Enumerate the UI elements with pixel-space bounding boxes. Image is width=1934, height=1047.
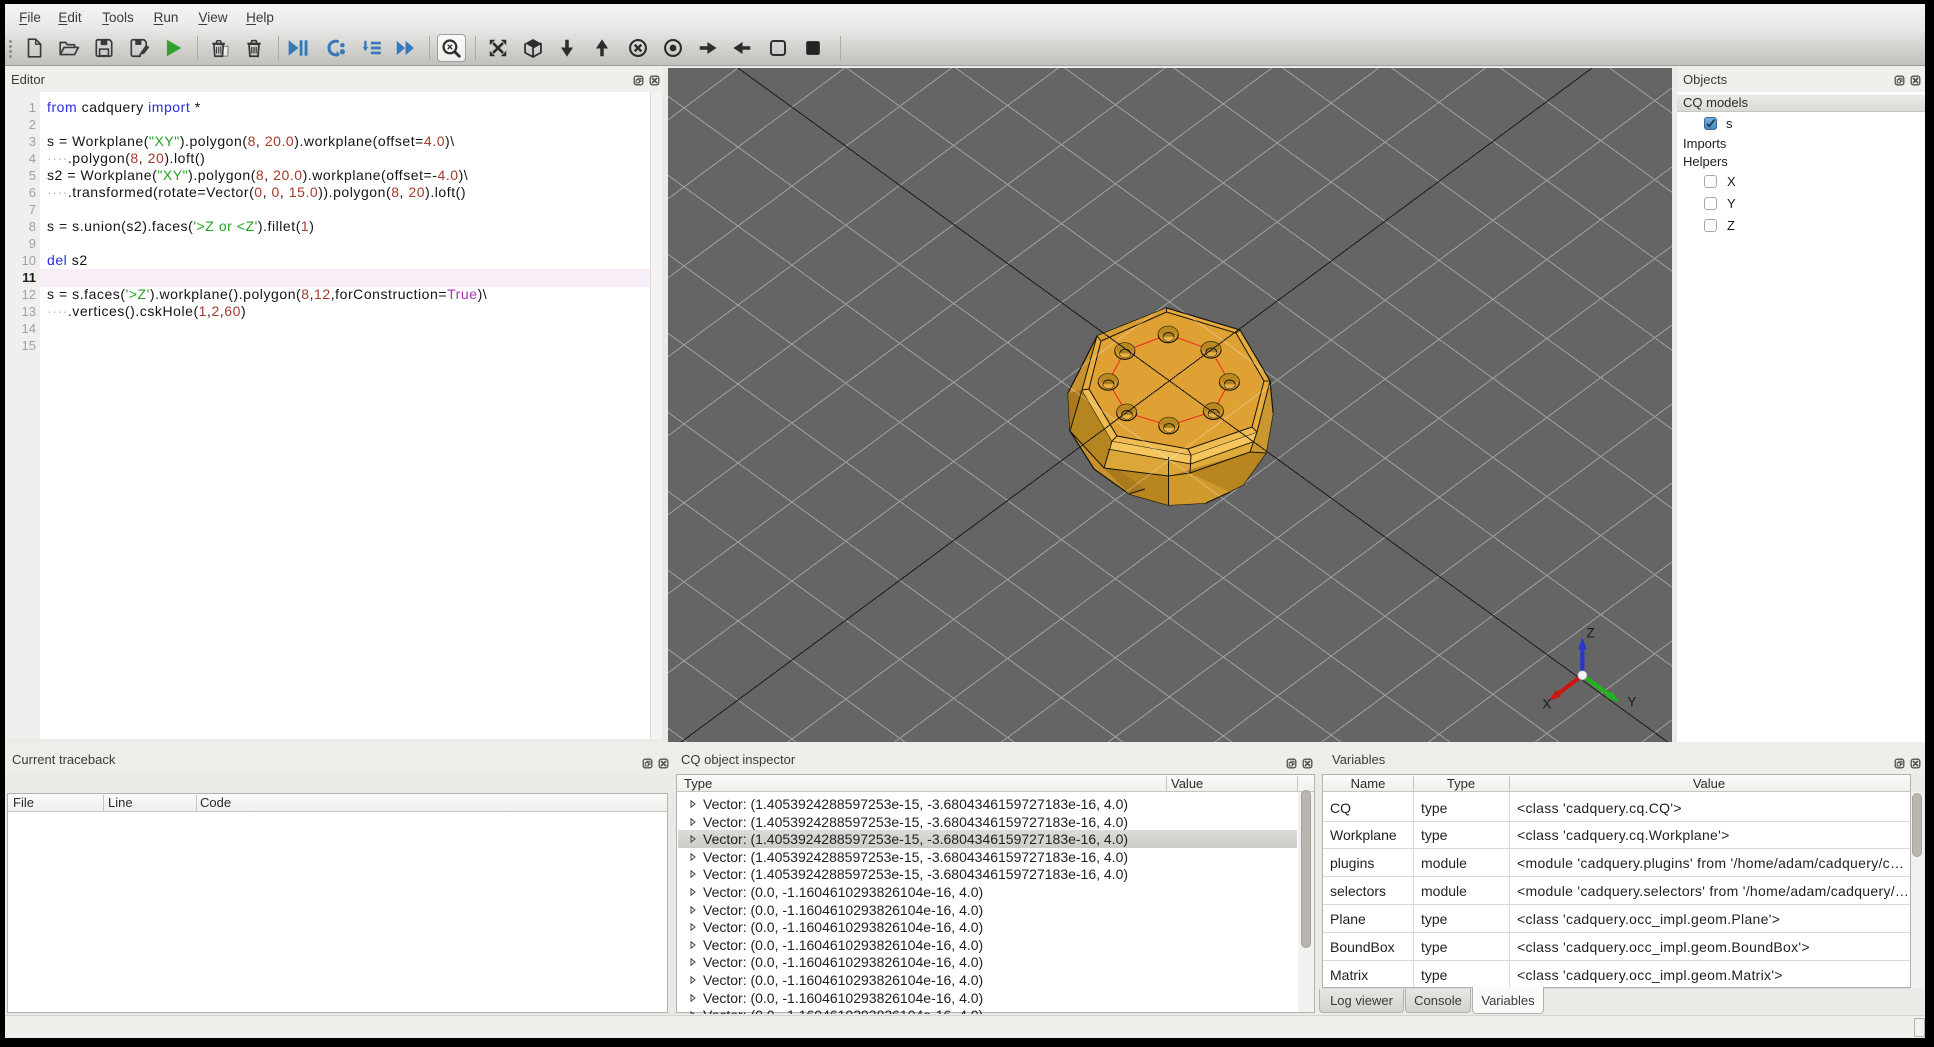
svg-text:X: X bbox=[1542, 696, 1551, 711]
svg-text:Y: Y bbox=[1627, 694, 1636, 709]
svg-text:Z: Z bbox=[1586, 625, 1594, 640]
